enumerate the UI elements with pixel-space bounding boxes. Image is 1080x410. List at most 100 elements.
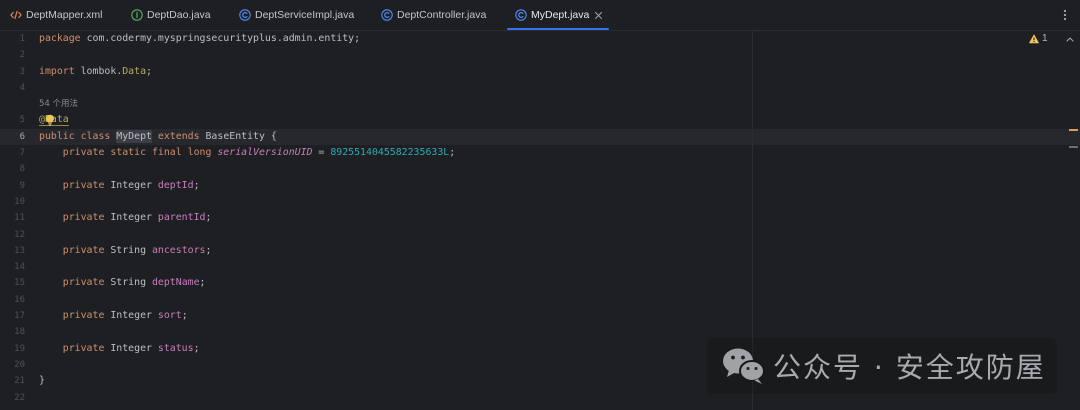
code-line[interactable]: 1 package com.codermy.myspringsecurityplu… xyxy=(0,31,1080,47)
tab-deptcontroller-java[interactable]: DeptController.java xyxy=(371,0,507,30)
code-token[interactable]: extends xyxy=(152,131,206,142)
line-code[interactable]: private String deptName; xyxy=(39,275,206,291)
code-line[interactable]: 15 private String deptName; xyxy=(0,275,1080,291)
line-code[interactable]: private static final long serialVersionU… xyxy=(39,145,455,161)
code-line-current[interactable]: 6 public class MyDept extends BaseEntity … xyxy=(0,128,1080,146)
code-token[interactable]: MyDept xyxy=(116,129,152,143)
line-code[interactable]: public class MyDept extends BaseEntity { xyxy=(39,129,277,145)
intention-bulb-icon[interactable] xyxy=(45,114,55,127)
line-number[interactable]: 4 xyxy=(0,80,25,96)
code-token[interactable]: ; xyxy=(194,343,200,354)
code-token[interactable]: private xyxy=(39,212,110,223)
line-code[interactable]: import lombok.Data; xyxy=(39,64,152,80)
code-line[interactable]: 13 private String ancestors; xyxy=(0,243,1080,259)
line-number[interactable]: 22 xyxy=(0,390,25,406)
line-number[interactable]: 7 xyxy=(0,145,25,161)
code-line[interactable]: 10 xyxy=(0,194,1080,210)
code-line[interactable]: 2 xyxy=(0,47,1080,63)
line-code[interactable]: } xyxy=(39,373,45,389)
code-token[interactable]: ; xyxy=(146,66,152,77)
more-vertical-icon[interactable] xyxy=(1059,8,1071,22)
line-code[interactable]: package com.codermy.myspringsecurityplus… xyxy=(39,31,360,47)
line-number[interactable]: 16 xyxy=(0,292,25,308)
code-token[interactable]: } xyxy=(39,375,45,386)
line-number[interactable]: 9 xyxy=(0,178,25,194)
code-token[interactable]: private xyxy=(39,245,110,256)
scrollbar-warning-marker[interactable] xyxy=(1069,129,1078,131)
code-token[interactable]: ; xyxy=(449,147,455,158)
code-token[interactable]: parentId xyxy=(158,212,206,223)
code-token[interactable]: ; xyxy=(194,180,200,191)
tab-deptmapper-xml[interactable]: DeptMapper.xml xyxy=(0,0,121,30)
code-line[interactable]: 4 xyxy=(0,80,1080,96)
code-line[interactable]: 8 xyxy=(0,161,1080,177)
line-number[interactable]: 20 xyxy=(0,357,25,373)
code-token[interactable]: private xyxy=(39,310,110,321)
code-token[interactable]: private xyxy=(39,277,110,288)
code-line[interactable]: 14 xyxy=(0,259,1080,275)
code-token[interactable]: Data xyxy=(122,66,146,77)
code-token[interactable]: private xyxy=(39,343,110,354)
line-number[interactable]: 11 xyxy=(0,210,25,226)
code-token[interactable]: Integer xyxy=(110,212,158,223)
code-token[interactable]: public class xyxy=(39,131,116,142)
tab-deptdao-java[interactable]: DeptDao.java xyxy=(121,0,229,30)
code-token[interactable]: String xyxy=(110,245,152,256)
code-token[interactable]: ; xyxy=(205,245,211,256)
line-number[interactable]: 21 xyxy=(0,373,25,389)
chevron-up-icon[interactable] xyxy=(1066,36,1074,42)
code-line[interactable]: 9 private Integer deptId; xyxy=(0,178,1080,194)
line-number[interactable]: 5 xyxy=(0,112,25,128)
code-line[interactable]: 16 xyxy=(0,292,1080,308)
line-number[interactable]: 2 xyxy=(0,47,25,63)
line-number[interactable]: 15 xyxy=(0,275,25,291)
line-number[interactable]: 17 xyxy=(0,308,25,324)
code-token[interactable]: serialVersionUID xyxy=(217,147,312,158)
line-code[interactable]: private String ancestors; xyxy=(39,243,212,259)
code-token[interactable]: ; xyxy=(200,277,206,288)
line-code[interactable]: private Integer deptId; xyxy=(39,178,200,194)
code-token[interactable]: status xyxy=(158,343,194,354)
code-token[interactable]: ; xyxy=(182,310,188,321)
code-token[interactable]: BaseEntity { xyxy=(205,131,276,142)
code-line[interactable]: 5@Data xyxy=(0,112,1080,128)
line-number[interactable]: 6 xyxy=(0,129,25,145)
code-token[interactable]: import xyxy=(39,66,75,77)
line-number[interactable]: 3 xyxy=(0,64,25,80)
scrollbar-caret-marker[interactable] xyxy=(1069,146,1078,148)
code-token[interactable]: sort xyxy=(158,310,182,321)
code-token[interactable]: 8925514045582235633L xyxy=(330,147,449,158)
line-number[interactable]: 14 xyxy=(0,259,25,275)
code-token[interactable]: Integer xyxy=(110,310,158,321)
code-token[interactable]: deptName xyxy=(152,277,200,288)
line-number[interactable]: 1 xyxy=(0,31,25,47)
inspection-widget[interactable]: 1 xyxy=(1029,33,1074,45)
code-token[interactable]: ; xyxy=(205,212,211,223)
code-token[interactable]: private static final long xyxy=(39,147,217,158)
line-number[interactable]: 12 xyxy=(0,227,25,243)
line-number[interactable]: 8 xyxy=(0,161,25,177)
code-line[interactable]: 17 private Integer sort; xyxy=(0,308,1080,324)
line-number[interactable]: 10 xyxy=(0,194,25,210)
code-token[interactable]: = xyxy=(312,147,330,158)
code-token[interactable]: deptId xyxy=(158,180,194,191)
tab-mydept-java[interactable]: MyDept.java xyxy=(507,0,609,30)
code-token[interactable]: com.codermy.myspringsecurityplus.admin.e… xyxy=(81,33,361,44)
code-token[interactable]: Integer xyxy=(110,180,158,191)
line-code[interactable]: private Integer status; xyxy=(39,341,200,357)
code-line[interactable]: 12 xyxy=(0,227,1080,243)
code-line[interactable]: 3 import lombok.Data; xyxy=(0,64,1080,80)
usage-count-hint[interactable]: 54 个用法 xyxy=(39,96,78,112)
code-token[interactable]: String xyxy=(110,277,152,288)
line-number[interactable]: 13 xyxy=(0,243,25,259)
close-tab-icon[interactable] xyxy=(594,11,603,20)
tab-deptserviceimpl-java[interactable]: DeptServiceImpl.java xyxy=(229,0,371,30)
code-token[interactable]: private xyxy=(39,180,110,191)
line-code[interactable]: private Integer parentId; xyxy=(39,210,212,226)
code-line[interactable]: 11 private Integer parentId; xyxy=(0,210,1080,226)
code-token[interactable]: Integer xyxy=(110,343,158,354)
line-code[interactable]: private Integer sort; xyxy=(39,308,188,324)
code-token[interactable]: ancestors xyxy=(152,245,206,256)
line-number[interactable]: 18 xyxy=(0,324,25,340)
code-line[interactable]: 7 private static final long serialVersio… xyxy=(0,145,1080,161)
